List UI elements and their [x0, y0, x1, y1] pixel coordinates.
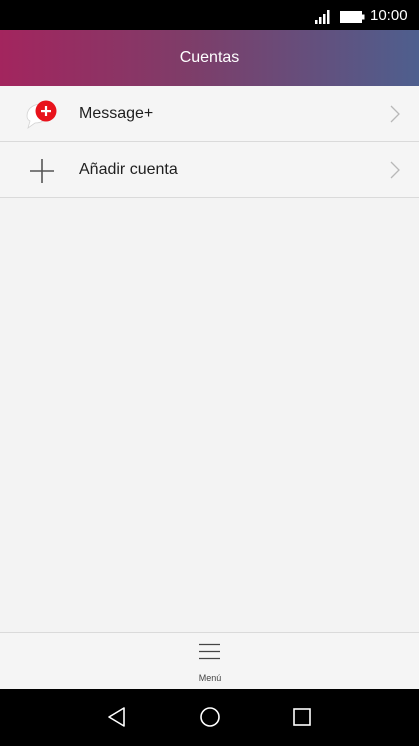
- hamburger-icon: [199, 643, 220, 660]
- account-label: Añadir cuenta: [79, 161, 178, 178]
- account-item-add-account[interactable]: Añadir cuenta: [0, 142, 419, 198]
- chevron-right-icon: [390, 105, 400, 123]
- message-plus-icon: [26, 100, 57, 129]
- menu-label: Menú: [198, 673, 222, 683]
- status-bar: 10:00: [0, 0, 419, 30]
- battery-icon: [340, 11, 365, 23]
- chevron-right-icon: [390, 161, 400, 179]
- account-label: Message+: [79, 105, 154, 122]
- bottom-action-bar: Menú: [0, 632, 419, 690]
- system-nav-bar: [0, 689, 419, 746]
- recents-square-icon[interactable]: [290, 705, 314, 729]
- home-circle-icon[interactable]: [198, 705, 222, 729]
- plus-icon: [30, 159, 54, 183]
- menu-button[interactable]: Menú: [179, 633, 241, 690]
- page-title: Cuentas: [179, 49, 240, 66]
- signal-bars-icon: [315, 10, 330, 24]
- status-time: 10:00: [370, 7, 408, 24]
- account-item-message-plus[interactable]: Message+: [0, 86, 419, 142]
- back-triangle-icon[interactable]: [105, 705, 129, 729]
- accounts-list: Message+ Añadir cuenta: [0, 86, 419, 198]
- app-header: Cuentas: [0, 30, 419, 86]
